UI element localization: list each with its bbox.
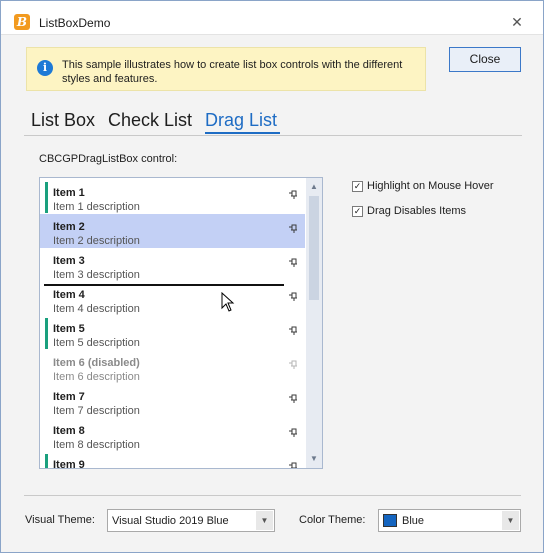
color-swatch — [383, 514, 397, 527]
visual-theme-combo[interactable]: Visual Studio 2019 Blue ▼ — [107, 509, 275, 532]
highlight-hover-label: Highlight on Mouse Hover — [367, 180, 494, 192]
drag-disables-label: Drag Disables Items — [367, 205, 467, 217]
highlight-hover-checkbox[interactable]: ✓ — [352, 181, 363, 192]
scroll-up-icon[interactable]: ▲ — [306, 180, 322, 194]
info-icon: i — [37, 60, 53, 76]
item-title: Item 1 — [53, 187, 85, 199]
pin-icon[interactable] — [288, 292, 298, 302]
item-title: Item 7 — [53, 391, 85, 403]
color-theme-combo[interactable]: Blue ▼ — [378, 509, 521, 532]
item-description: Item 7 description — [53, 405, 140, 417]
drag-disables-checkbox[interactable]: ✓ — [352, 206, 363, 217]
window-title: ListBoxDemo — [39, 16, 111, 30]
info-banner: i This sample illustrates how to create … — [26, 47, 426, 91]
pin-icon — [289, 360, 297, 369]
item-title: Item 6 (disabled) — [53, 357, 140, 369]
pin-icon[interactable] — [288, 224, 298, 234]
tabs-divider — [24, 135, 522, 136]
info-text: This sample illustrates how to create li… — [62, 59, 403, 85]
chevron-down-icon[interactable]: ▼ — [502, 511, 519, 530]
item-accent-bar — [45, 182, 48, 213]
control-label: CBCGPDragListBox control: — [39, 153, 178, 165]
pin-icon[interactable] — [288, 190, 298, 200]
pin-icon[interactable] — [288, 462, 298, 469]
vertical-scrollbar[interactable]: ▲ ▼ — [306, 178, 322, 468]
scroll-down-icon[interactable]: ▼ — [306, 452, 322, 466]
item-title: Item 2 — [53, 221, 85, 233]
item-description: Item 1 description — [53, 201, 140, 213]
visual-theme-label: Visual Theme: — [25, 514, 95, 526]
color-theme-value: Blue — [402, 515, 425, 527]
item-description: Item 8 description — [53, 439, 140, 451]
item-title: Item 9 — [53, 459, 85, 469]
list-item[interactable]: Item 7 Item 7 description — [40, 384, 305, 418]
list-item[interactable]: Item 9 — [40, 452, 305, 469]
title-bar: B ListBoxDemo ✕ — [1, 1, 543, 35]
item-description: Item 6 description — [53, 371, 140, 383]
close-button[interactable]: Close — [449, 47, 521, 72]
tab-list-box[interactable]: List Box — [31, 109, 95, 131]
footer-divider — [24, 495, 521, 496]
tab-drag-list[interactable]: Drag List — [205, 109, 277, 131]
pin-icon[interactable] — [288, 258, 298, 268]
list-item[interactable]: Item 3 Item 3 description — [40, 248, 305, 282]
pin-icon[interactable] — [288, 326, 298, 336]
list-item[interactable]: Item 5 Item 5 description — [40, 316, 305, 350]
item-title: Item 5 — [53, 323, 85, 335]
active-tab-underline — [205, 132, 280, 134]
mouse-cursor-icon — [221, 292, 235, 312]
list-item[interactable]: Item 2 Item 2 description — [40, 214, 305, 248]
dialog-window: B ListBoxDemo ✕ i This sample illustrate… — [0, 0, 544, 553]
visual-theme-value: Visual Studio 2019 Blue — [112, 515, 229, 527]
chevron-down-icon[interactable]: ▼ — [256, 511, 273, 530]
color-theme-label: Color Theme: — [299, 514, 366, 526]
pin-icon[interactable] — [288, 394, 298, 404]
item-accent-bar — [45, 318, 48, 349]
item-title: Item 4 — [53, 289, 85, 301]
drag-list-box[interactable]: Item 1 Item 1 description Item 2 Item 2 des… — [39, 177, 323, 469]
app-icon: B — [14, 14, 30, 30]
item-description: Item 4 description — [53, 303, 140, 315]
list-item[interactable]: Item 8 Item 8 description — [40, 418, 305, 452]
pin-icon[interactable] — [288, 428, 298, 438]
drag-insert-line — [44, 284, 284, 286]
close-icon[interactable]: ✕ — [506, 11, 528, 33]
list-item[interactable]: Item 1 Item 1 description — [40, 180, 305, 214]
item-description: Item 3 description — [53, 269, 140, 281]
tab-check-list[interactable]: Check List — [108, 109, 192, 131]
item-title: Item 3 — [53, 255, 85, 267]
scroll-thumb[interactable] — [309, 196, 319, 300]
item-title: Item 8 — [53, 425, 85, 437]
item-accent-bar — [45, 454, 48, 468]
list-item: Item 6 (disabled) Item 6 description — [40, 350, 305, 384]
list-item[interactable]: Item 4 Item 4 description — [40, 282, 305, 316]
item-description: Item 5 description — [53, 337, 140, 349]
item-description: Item 2 description — [53, 235, 140, 247]
